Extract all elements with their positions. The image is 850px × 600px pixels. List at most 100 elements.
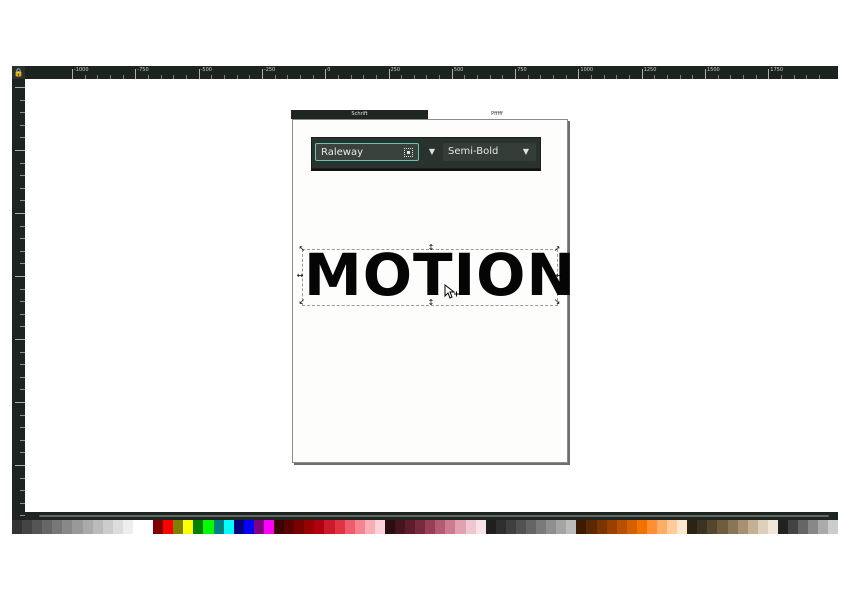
canvas-text[interactable]: MOTION bbox=[304, 246, 575, 304]
color-swatch[interactable] bbox=[274, 520, 285, 534]
color-swatch[interactable] bbox=[233, 520, 244, 534]
color-swatch[interactable] bbox=[72, 520, 83, 534]
vertical-ruler[interactable] bbox=[12, 79, 25, 520]
color-swatch[interactable] bbox=[808, 520, 819, 534]
color-swatch[interactable] bbox=[394, 520, 406, 534]
font-style-select[interactable]: Semi-Bold ▼ bbox=[443, 143, 536, 161]
color-swatch[interactable] bbox=[536, 520, 547, 534]
color-swatch[interactable] bbox=[405, 520, 416, 534]
color-swatch[interactable] bbox=[364, 520, 375, 534]
color-swatch[interactable] bbox=[606, 520, 617, 534]
color-swatch[interactable] bbox=[747, 520, 758, 534]
scale-handle-top-left-icon[interactable]: ↖ bbox=[298, 245, 306, 253]
color-swatch[interactable] bbox=[52, 520, 63, 534]
color-swatch[interactable] bbox=[717, 520, 728, 534]
color-swatch[interactable] bbox=[122, 520, 133, 534]
color-swatch[interactable] bbox=[677, 520, 688, 534]
color-swatch[interactable] bbox=[415, 520, 426, 534]
color-swatch[interactable] bbox=[626, 520, 637, 534]
color-swatch[interactable] bbox=[435, 520, 446, 534]
color-swatch[interactable] bbox=[757, 520, 768, 534]
font-picker-icon[interactable] bbox=[404, 148, 413, 157]
scale-handle-top-icon[interactable]: ↕ bbox=[427, 244, 435, 252]
color-swatch[interactable] bbox=[132, 520, 144, 534]
scale-handle-left-icon[interactable]: ↔ bbox=[296, 272, 304, 280]
color-swatch[interactable] bbox=[586, 520, 597, 534]
horizontal-scrollbar[interactable] bbox=[25, 512, 838, 520]
color-swatch[interactable] bbox=[788, 520, 799, 534]
color-swatch[interactable] bbox=[616, 520, 627, 534]
color-swatch[interactable] bbox=[485, 520, 496, 534]
chevron-down-icon[interactable]: ▼ bbox=[520, 143, 532, 161]
color-swatch[interactable] bbox=[253, 520, 264, 534]
color-swatch[interactable] bbox=[62, 520, 73, 534]
color-swatch[interactable] bbox=[243, 520, 254, 534]
scale-handle-bottom-left-icon[interactable]: ↙ bbox=[298, 298, 306, 306]
color-swatch[interactable] bbox=[515, 520, 526, 534]
color-swatch[interactable] bbox=[183, 520, 194, 534]
color-swatch[interactable] bbox=[657, 520, 668, 534]
color-swatch[interactable] bbox=[314, 520, 325, 534]
color-swatch[interactable] bbox=[42, 520, 53, 534]
font-family-input[interactable]: Raleway bbox=[315, 143, 419, 161]
color-swatch[interactable] bbox=[334, 520, 345, 534]
color-swatch[interactable] bbox=[374, 520, 385, 534]
color-swatch[interactable] bbox=[777, 520, 789, 534]
color-swatch[interactable] bbox=[324, 520, 335, 534]
color-swatch[interactable] bbox=[697, 520, 708, 534]
color-swatch[interactable] bbox=[153, 520, 164, 534]
lock-icon[interactable]: 🔒 bbox=[12, 66, 25, 79]
color-swatch[interactable] bbox=[546, 520, 557, 534]
color-swatch[interactable] bbox=[425, 520, 436, 534]
scrollbar-thumb[interactable] bbox=[39, 515, 829, 517]
scale-handle-bottom-icon[interactable]: ↕ bbox=[427, 299, 435, 307]
color-swatch[interactable] bbox=[727, 520, 738, 534]
color-swatch[interactable] bbox=[102, 520, 113, 534]
color-swatch[interactable] bbox=[384, 520, 395, 534]
color-swatch[interactable] bbox=[163, 520, 174, 534]
color-swatch[interactable] bbox=[505, 520, 516, 534]
horizontal-ruler[interactable]: 🔒 -1000 -750 -500 -250 0 250 500 750 1000 1250 150… bbox=[12, 66, 838, 80]
color-swatch[interactable] bbox=[495, 520, 506, 534]
color-swatch[interactable] bbox=[223, 520, 234, 534]
color-swatch[interactable] bbox=[475, 520, 486, 534]
color-swatch[interactable] bbox=[828, 520, 838, 534]
color-swatch[interactable] bbox=[445, 520, 456, 534]
page-label-active[interactable]: Schrift bbox=[291, 110, 428, 119]
color-swatch[interactable] bbox=[263, 520, 275, 534]
color-swatch[interactable] bbox=[284, 520, 295, 534]
color-swatch[interactable] bbox=[737, 520, 748, 534]
color-swatch[interactable] bbox=[22, 520, 33, 534]
color-swatch[interactable] bbox=[455, 520, 466, 534]
color-swatch[interactable] bbox=[304, 520, 315, 534]
color-swatch[interactable] bbox=[32, 520, 43, 534]
chevron-down-icon[interactable]: ▼ bbox=[424, 143, 440, 161]
color-swatch[interactable] bbox=[636, 520, 647, 534]
color-swatch[interactable] bbox=[646, 520, 657, 534]
scale-handle-bottom-right-icon[interactable]: ↘ bbox=[553, 298, 561, 306]
color-swatch[interactable] bbox=[82, 520, 93, 534]
color-swatch[interactable] bbox=[767, 520, 778, 534]
color-swatch[interactable] bbox=[566, 520, 577, 534]
color-swatch[interactable] bbox=[203, 520, 214, 534]
color-swatch[interactable] bbox=[12, 520, 23, 534]
color-swatch[interactable] bbox=[92, 520, 103, 534]
color-swatch[interactable] bbox=[687, 520, 698, 534]
color-swatch[interactable] bbox=[818, 520, 829, 534]
color-swatch[interactable] bbox=[556, 520, 567, 534]
color-swatch[interactable] bbox=[525, 520, 537, 534]
color-swatch[interactable] bbox=[576, 520, 587, 534]
color-swatch[interactable] bbox=[354, 520, 365, 534]
color-swatch[interactable] bbox=[173, 520, 184, 534]
color-swatch[interactable] bbox=[112, 520, 123, 534]
scale-handle-right-icon[interactable]: ↔ bbox=[555, 272, 563, 280]
scale-handle-top-right-icon[interactable]: ↗ bbox=[553, 245, 561, 253]
page-label-inactive[interactable]: Pfffff bbox=[428, 110, 566, 119]
color-swatch[interactable] bbox=[465, 520, 476, 534]
color-swatch[interactable] bbox=[596, 520, 607, 534]
color-swatch[interactable] bbox=[798, 520, 809, 534]
color-swatch[interactable] bbox=[193, 520, 204, 534]
color-swatch[interactable] bbox=[344, 520, 355, 534]
color-swatch[interactable] bbox=[213, 520, 224, 534]
color-swatch[interactable] bbox=[707, 520, 718, 534]
